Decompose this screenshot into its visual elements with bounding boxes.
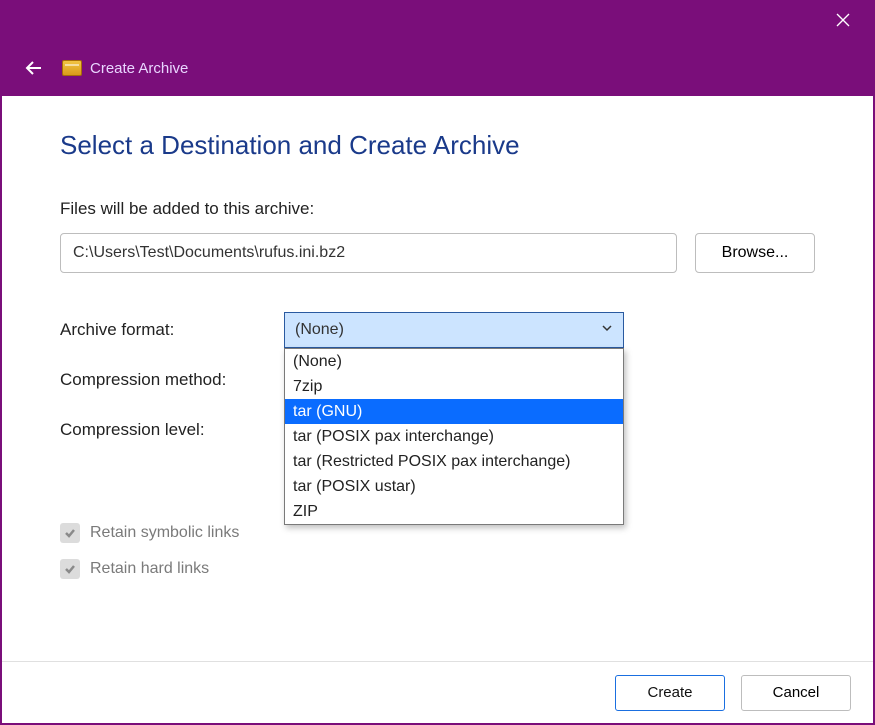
format-option[interactable]: tar (Restricted POSIX pax interchange) <box>285 449 623 474</box>
combo-selected-value: (None) <box>295 321 344 339</box>
format-dropdown[interactable]: (None)7ziptar (GNU)tar (POSIX pax interc… <box>284 348 624 525</box>
check-icon <box>64 527 76 539</box>
back-button[interactable] <box>18 52 50 84</box>
retain-symbolic-checkbox[interactable] <box>60 523 80 543</box>
page-title: Select a Destination and Create Archive <box>60 130 815 161</box>
archive-path-input[interactable] <box>60 233 677 273</box>
level-label: Compression level: <box>60 420 284 440</box>
window-close-button[interactable] <box>821 0 865 40</box>
check-icon <box>64 563 76 575</box>
format-combo-wrap: (None) (None)7ziptar (GNU)tar (POSIX pax… <box>284 312 624 348</box>
checkbox-group: Retain symbolic links Retain hard links <box>60 515 815 587</box>
app-title: Create Archive <box>90 60 188 77</box>
back-arrow-icon <box>24 58 44 78</box>
retain-hard-label: Retain hard links <box>90 560 209 578</box>
close-icon <box>836 13 850 27</box>
headerbar: Create Archive <box>2 40 873 96</box>
archive-format-combobox[interactable]: (None) <box>284 312 624 348</box>
format-option[interactable]: (None) <box>285 349 623 374</box>
format-label: Archive format: <box>60 320 284 340</box>
format-option[interactable]: tar (POSIX ustar) <box>285 474 623 499</box>
create-button[interactable]: Create <box>615 675 725 711</box>
format-row: Archive format: (None) (None)7ziptar (GN… <box>60 305 815 355</box>
chevron-down-icon <box>601 321 613 339</box>
archive-subheading: Files will be added to this archive: <box>60 199 815 219</box>
retain-hard-row: Retain hard links <box>60 551 815 587</box>
format-option[interactable]: 7zip <box>285 374 623 399</box>
titlebar <box>2 0 873 40</box>
cancel-button[interactable]: Cancel <box>741 675 851 711</box>
format-option[interactable]: tar (GNU) <box>285 399 623 424</box>
format-option[interactable]: ZIP <box>285 499 623 524</box>
create-archive-dialog: Create Archive Select a Destination and … <box>0 0 875 725</box>
app-icon <box>62 60 82 76</box>
browse-button[interactable]: Browse... <box>695 233 815 273</box>
format-option[interactable]: tar (POSIX pax interchange) <box>285 424 623 449</box>
path-row: Browse... <box>60 233 815 273</box>
method-label: Compression method: <box>60 370 284 390</box>
dialog-body: Select a Destination and Create Archive … <box>2 96 873 661</box>
retain-hard-checkbox[interactable] <box>60 559 80 579</box>
dialog-footer: Create Cancel <box>2 661 873 723</box>
retain-symbolic-label: Retain symbolic links <box>90 524 239 542</box>
